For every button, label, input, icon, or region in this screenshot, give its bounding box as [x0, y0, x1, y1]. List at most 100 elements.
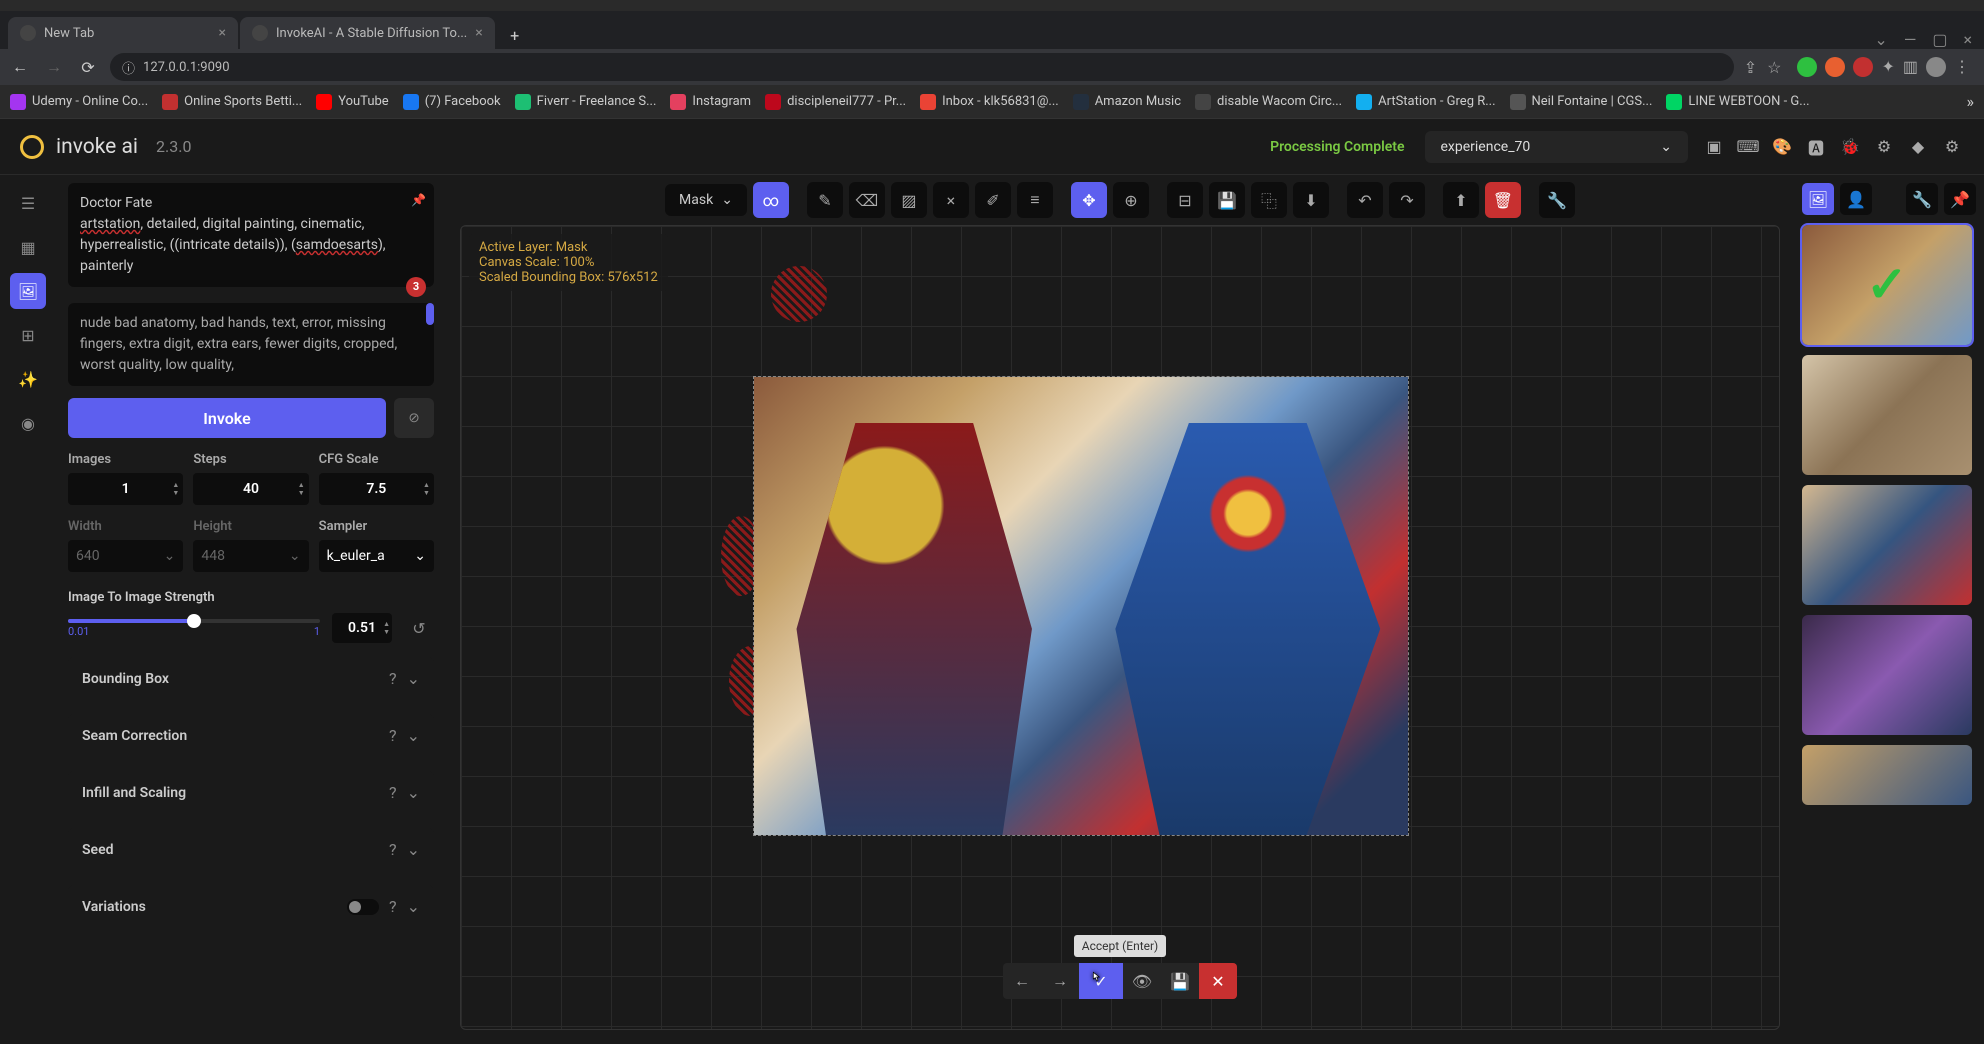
upload-button[interactable]: ⬆ — [1443, 182, 1479, 218]
cube-icon[interactable]: ▣ — [1702, 135, 1726, 159]
bookmark[interactable]: Online Sports Betti... — [162, 94, 302, 110]
bookmark-star-icon[interactable]: ☆ — [1767, 58, 1781, 77]
merge-button[interactable]: ⊟ — [1167, 182, 1203, 218]
help-icon[interactable]: ? — [389, 897, 397, 916]
accordion-seed[interactable]: Seed ?⌄ — [68, 828, 434, 871]
options-button[interactable]: ≡ — [1017, 182, 1053, 218]
rail-nodes[interactable]: ⊞ — [10, 317, 46, 353]
site-info-icon[interactable]: ⓘ — [122, 58, 135, 77]
help-icon[interactable]: ? — [389, 840, 397, 859]
chevron-down-icon[interactable]: ⌄ — [1874, 30, 1887, 49]
positive-prompt[interactable]: 📌 Doctor Fate artstation, detailed, digi… — [68, 183, 434, 287]
negative-prompt[interactable]: nude bad anatomy, bad hands, text, error… — [68, 303, 434, 386]
stepper-icon[interactable]: ▲▼ — [298, 481, 305, 497]
rail-postprocess[interactable]: ✨ — [10, 361, 46, 397]
gallery-thumbnail[interactable] — [1802, 615, 1972, 735]
tab-close-icon[interactable]: × — [219, 25, 226, 41]
keyboard-icon[interactable]: ⌨ — [1736, 135, 1760, 159]
tab-close-icon[interactable]: × — [475, 25, 482, 41]
reload-button[interactable]: ⟳ — [76, 55, 100, 79]
layer-select[interactable]: Mask⌄ — [665, 184, 747, 216]
gallery-images-tab[interactable]: 🖼 — [1802, 183, 1834, 215]
reset-view-button[interactable]: ⊕ — [1113, 182, 1149, 218]
settings-icon[interactable]: ⚙ — [1940, 135, 1964, 159]
maximize-icon[interactable]: ▢ — [1932, 30, 1947, 49]
images-input[interactable] — [68, 473, 183, 505]
gallery-thumbnail[interactable] — [1802, 485, 1972, 605]
help-icon[interactable]: ? — [389, 783, 397, 802]
bug-icon[interactable]: 🐞 — [1838, 135, 1862, 159]
colorpicker-button[interactable]: ✐ — [975, 182, 1011, 218]
rail-txt2img[interactable]: ☰ — [10, 185, 46, 221]
extension-icon[interactable] — [1825, 57, 1845, 77]
bookmark[interactable]: YouTube — [316, 94, 389, 110]
browser-tab[interactable]: New Tab × — [8, 17, 238, 49]
width-select[interactable]: 640⌄ — [68, 540, 183, 572]
accordion-bounding-box[interactable]: Bounding Box ?⌄ — [68, 657, 434, 700]
extensions-menu-icon[interactable]: ✦ — [1881, 57, 1894, 77]
gallery-thumbnail[interactable] — [1802, 355, 1972, 475]
profile-avatar-icon[interactable] — [1926, 57, 1946, 77]
bookmark[interactable]: (7) Facebook — [403, 94, 501, 110]
i2i-strength-slider[interactable] — [68, 619, 320, 623]
reset-button[interactable]: ↺ — [404, 613, 434, 643]
close-window-icon[interactable]: × — [1963, 30, 1972, 49]
clear-canvas-button[interactable]: 🗑 — [1485, 182, 1521, 218]
save-button[interactable]: 💾 — [1209, 182, 1245, 218]
bookmark[interactable]: Udemy - Online Co... — [10, 94, 148, 110]
canvas[interactable]: Active Layer: Mask Canvas Scale: 100% Sc… — [460, 225, 1780, 1030]
github-icon[interactable]: ⚙ — [1872, 135, 1896, 159]
gallery-thumbnail[interactable]: ✓ — [1802, 225, 1972, 345]
height-select[interactable]: 448⌄ — [193, 540, 308, 572]
pin-icon[interactable]: 📌 — [411, 191, 426, 209]
bookmark[interactable]: Fiverr - Freelance S... — [515, 94, 657, 110]
toggle-visibility-button[interactable]: 👁 — [1123, 963, 1161, 999]
next-button[interactable]: → — [1041, 963, 1079, 999]
discord-icon[interactable]: ◆ — [1906, 135, 1930, 159]
accept-button[interactable]: ✓ — [1079, 963, 1123, 999]
forward-button[interactable]: → — [42, 55, 66, 79]
help-icon[interactable]: ? — [389, 669, 397, 688]
rail-training[interactable]: ◉ — [10, 405, 46, 441]
clear-tool-button[interactable]: × — [933, 182, 969, 218]
steps-input[interactable] — [193, 473, 308, 505]
variations-toggle[interactable] — [347, 899, 379, 915]
menu-icon[interactable]: ⋮ — [1954, 57, 1970, 77]
sidepanel-icon[interactable]: ▥ — [1903, 57, 1918, 77]
undo-button[interactable]: ↶ — [1347, 182, 1383, 218]
bookmark[interactable]: Amazon Music — [1073, 94, 1181, 110]
redo-button[interactable]: ↷ — [1389, 182, 1425, 218]
download-button[interactable]: ⬇ — [1293, 182, 1329, 218]
share-icon[interactable]: ⇪ — [1744, 58, 1757, 77]
invoke-button[interactable]: Invoke — [68, 398, 386, 438]
extension-icon[interactable] — [1853, 57, 1873, 77]
bookmarks-overflow-icon[interactable]: » — [1967, 92, 1975, 111]
address-bar[interactable]: ⓘ 127.0.0.1:9090 — [110, 53, 1734, 81]
cfg-input[interactable] — [319, 473, 434, 505]
help-icon[interactable]: ? — [389, 726, 397, 745]
stepper-icon[interactable]: ▲▼ — [423, 481, 430, 497]
gallery-pin-button[interactable]: 📌 — [1944, 183, 1976, 215]
copy-button[interactable]: ⿻ — [1251, 182, 1287, 218]
i2i-strength-value[interactable]: 0.51▲▼ — [332, 613, 392, 643]
accordion-infill-scaling[interactable]: Infill and Scaling ?⌄ — [68, 771, 434, 814]
bookmark[interactable]: disable Wacom Circ... — [1195, 94, 1342, 110]
bookmark[interactable]: discipleneil777 - Pr... — [765, 94, 906, 110]
minimize-icon[interactable]: — — [1904, 30, 1917, 49]
prev-button[interactable]: ← — [1003, 963, 1041, 999]
bookmark[interactable]: LINE WEBTOON - G... — [1666, 94, 1809, 110]
gallery-thumbnail[interactable] — [1802, 745, 1972, 805]
gallery-settings-button[interactable]: 🔧 — [1906, 183, 1938, 215]
accordion-variations[interactable]: Variations ?⌄ — [68, 885, 434, 928]
sampler-select[interactable]: k_euler_a⌄ — [319, 540, 434, 572]
accordion-seam-correction[interactable]: Seam Correction ?⌄ — [68, 714, 434, 757]
save-staging-button[interactable]: 💾 — [1161, 963, 1199, 999]
cancel-button[interactable]: ⊘ — [394, 398, 434, 438]
fill-tool-button[interactable]: ▨ — [891, 182, 927, 218]
stepper-icon[interactable]: ▲▼ — [383, 620, 390, 636]
canvas-settings-button[interactable]: 🔧 — [1539, 182, 1575, 218]
bookmark[interactable]: Instagram — [670, 94, 751, 110]
eraser-tool-button[interactable]: ⌫ — [849, 182, 885, 218]
bookmark[interactable]: ArtStation - Greg R... — [1356, 94, 1495, 110]
generated-image[interactable] — [753, 376, 1409, 836]
